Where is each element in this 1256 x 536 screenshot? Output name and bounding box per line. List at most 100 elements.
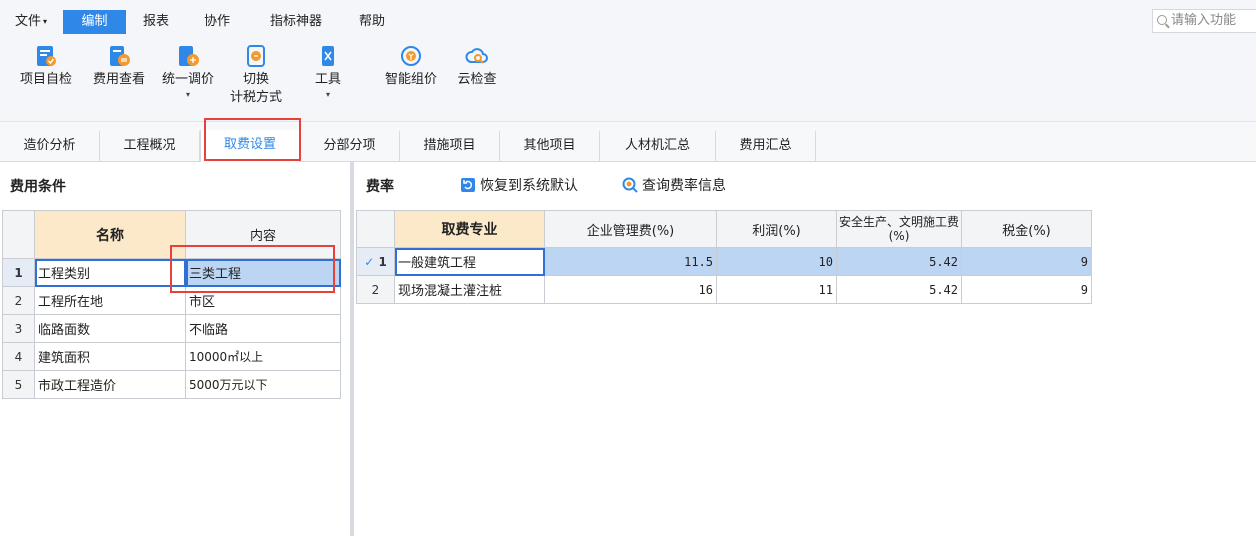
menu-indicator-label: 指标神器 <box>269 14 322 29</box>
dropdown-arrow-icon[interactable]: ▾ <box>156 89 220 101</box>
function-search-input[interactable]: 请输入功能 <box>1152 9 1256 33</box>
tab-labor-material-summary[interactable]: 人材机汇总 <box>600 131 716 161</box>
management-fee-cell[interactable]: 11.5 <box>544 247 717 276</box>
tab-label: 取费设置 <box>223 137 276 152</box>
row-number: 5 <box>2 370 35 399</box>
profit-cell[interactable]: 11 <box>716 275 837 304</box>
tab-label: 造价分析 <box>23 138 76 153</box>
tab-other-items[interactable]: 其他项目 <box>500 131 600 161</box>
profit-cell[interactable]: 10 <box>716 247 837 276</box>
search-placeholder: 请输入功能 <box>1171 13 1237 28</box>
table-header-row: 名称 内容 <box>2 210 341 259</box>
dropdown-arrow-icon[interactable]: ▾ <box>306 89 350 101</box>
table-row[interactable]: 2 现场混凝土灌注桩 16 11 5.42 9 <box>356 275 1092 304</box>
restore-default-label: 恢复到系统默认 <box>480 178 578 194</box>
tab-fee-settings[interactable]: 取费设置 <box>200 130 300 162</box>
condition-content-cell[interactable]: 10000㎡以上 <box>185 342 341 371</box>
management-fee-cell[interactable]: 16 <box>544 275 717 304</box>
column-header-tax[interactable]: 税金(%) <box>961 210 1092 248</box>
column-header-management-fee[interactable]: 企业管理费(%) <box>544 210 717 248</box>
menu-collab[interactable]: 协作 <box>197 9 237 35</box>
row-header-corner <box>356 210 395 248</box>
specialty-cell[interactable]: 现场混凝土灌注桩 <box>394 275 545 304</box>
condition-content-cell[interactable]: 5000万元以下 <box>185 370 341 399</box>
ribbon-toolbar: 项目自检 费用查看 统一调价 ▾ 切换 计税方式 工具 ▾ 智能组价 云检查 <box>0 34 1256 122</box>
cloud-check-button[interactable]: 云检查 <box>450 44 504 89</box>
condition-content-cell[interactable]: 三类工程 <box>185 258 341 287</box>
menu-indicator[interactable]: 指标神器 <box>262 9 330 35</box>
column-header-specialty[interactable]: 取费专业 <box>394 210 545 248</box>
menu-help[interactable]: 帮助 <box>352 9 392 35</box>
column-header-profit[interactable]: 利润(%) <box>716 210 837 248</box>
cost-view-label: 费用查看 <box>92 72 145 87</box>
menu-edit-label: 编制 <box>81 14 108 29</box>
row-number: 2 <box>2 286 35 315</box>
condition-name-cell[interactable]: 临路面数 <box>34 314 186 343</box>
column-header-content[interactable]: 内容 <box>185 210 341 259</box>
menu-help-label: 帮助 <box>358 14 385 29</box>
cost-view-button[interactable]: 费用查看 <box>87 44 151 89</box>
specialty-cell[interactable]: 一般建筑工程 <box>394 247 545 276</box>
row-number: 2 <box>356 275 395 304</box>
switch-tax-button[interactable]: 切换 计税方式 <box>222 44 290 107</box>
menu-file[interactable]: 文件 ▾ <box>8 9 54 35</box>
tab-project-overview[interactable]: 工程概况 <box>100 131 200 161</box>
fee-conditions-table: 名称 内容 1 工程类别 三类工程 2 工程所在地 市区 3 临路面数 不临路 … <box>2 210 341 399</box>
table-row[interactable]: 1 工程类别 三类工程 <box>2 258 341 287</box>
query-icon <box>622 177 638 193</box>
tab-label: 费用汇总 <box>739 138 792 153</box>
cost-view-icon <box>110 46 130 66</box>
unified-price-button[interactable]: 统一调价 ▾ <box>156 44 220 101</box>
tools-label: 工具 <box>314 72 341 87</box>
condition-name-cell[interactable]: 建筑面积 <box>34 342 186 371</box>
table-row[interactable]: 2 工程所在地 市区 <box>2 286 341 315</box>
query-rate-button[interactable]: 查询费率信息 <box>622 175 726 195</box>
tab-cost-summary[interactable]: 费用汇总 <box>716 131 816 161</box>
restore-icon <box>461 178 475 192</box>
search-icon <box>1157 15 1167 25</box>
menu-report[interactable]: 报表 <box>136 9 176 35</box>
caret-down-icon: ▾ <box>43 17 48 26</box>
column-header-name[interactable]: 名称 <box>34 210 186 259</box>
condition-content-cell[interactable]: 市区 <box>185 286 341 315</box>
switch-tax-label: 切换 <box>242 72 269 87</box>
table-row[interactable]: ✓ 1 一般建筑工程 11.5 10 5.42 9 <box>356 247 1092 276</box>
table-row[interactable]: 3 临路面数 不临路 <box>2 314 341 343</box>
panel-splitter[interactable] <box>350 162 354 536</box>
tax-cell[interactable]: 9 <box>961 275 1092 304</box>
restore-default-button[interactable]: 恢复到系统默认 <box>460 175 578 195</box>
safety-fee-cell[interactable]: 5.42 <box>836 247 962 276</box>
unified-price-icon <box>179 46 199 66</box>
condition-name-cell[interactable]: 工程类别 <box>34 258 186 287</box>
query-rate-label: 查询费率信息 <box>642 178 726 194</box>
row-number: 1 <box>2 258 35 287</box>
tab-cost-analysis[interactable]: 造价分析 <box>0 131 100 161</box>
condition-name-cell[interactable]: 市政工程造价 <box>34 370 186 399</box>
menu-bar: 文件 ▾ 编制 报表 协作 指标神器 帮助 请输入功能 <box>0 0 1256 34</box>
column-header-safety-fee[interactable]: 安全生产、文明施工费(%) <box>836 210 962 248</box>
safety-fee-cell[interactable]: 5.42 <box>836 275 962 304</box>
tab-label: 措施项目 <box>423 138 476 153</box>
project-check-button[interactable]: 项目自检 <box>14 44 78 89</box>
tools-button[interactable]: 工具 ▾ <box>306 44 350 101</box>
fee-rate-title: 费率 <box>366 179 394 195</box>
cloud-check-icon <box>465 48 488 64</box>
smart-pricing-label: 智能组价 <box>384 72 437 87</box>
tab-sub-items[interactable]: 分部分项 <box>300 131 400 161</box>
fee-conditions-title: 费用条件 <box>10 179 66 195</box>
tab-measures[interactable]: 措施项目 <box>400 131 500 161</box>
row-number: 4 <box>2 342 35 371</box>
smart-pricing-icon <box>401 46 421 66</box>
table-row[interactable]: 4 建筑面积 10000㎡以上 <box>2 342 341 371</box>
cloud-check-label: 云检查 <box>457 72 497 87</box>
row-number-cell: ✓ 1 <box>356 247 395 276</box>
condition-content-cell[interactable]: 不临路 <box>185 314 341 343</box>
smart-pricing-button[interactable]: 智能组价 <box>378 44 444 89</box>
menu-file-label: 文件 <box>14 14 41 29</box>
table-row[interactable]: 5 市政工程造价 5000万元以下 <box>2 370 341 399</box>
condition-name-cell[interactable]: 工程所在地 <box>34 286 186 315</box>
tax-cell[interactable]: 9 <box>961 247 1092 276</box>
menu-report-label: 报表 <box>142 14 169 29</box>
tools-icon <box>322 46 334 66</box>
menu-edit[interactable]: 编制 <box>63 10 126 34</box>
